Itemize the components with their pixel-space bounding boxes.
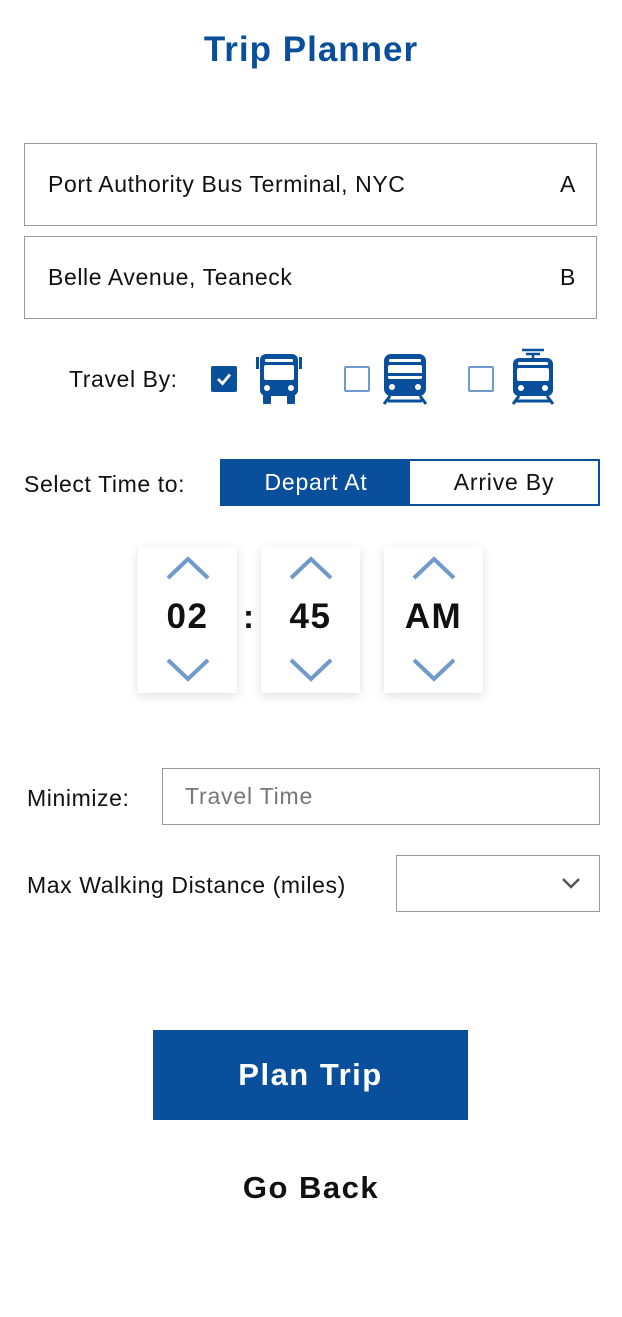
chevron-down-icon (562, 878, 580, 889)
hour-decrement-chevron-down-icon[interactable] (165, 657, 211, 683)
minimize-input[interactable] (162, 768, 600, 825)
hour-spinner: 02 (138, 547, 237, 693)
minute-decrement-chevron-down-icon[interactable] (288, 657, 334, 683)
depart-at-option[interactable]: Depart At (222, 461, 410, 504)
train-checkbox[interactable] (344, 366, 370, 392)
minute-spinner: 45 (261, 547, 360, 693)
period-increment-chevron-up-icon[interactable] (411, 555, 457, 581)
minimize-label: Minimize: (27, 785, 130, 811)
hour-value: 02 (166, 597, 209, 636)
destination-value: Belle Avenue, Teaneck (48, 264, 293, 290)
time-separator: : (243, 598, 254, 635)
minute-value: 45 (289, 597, 332, 636)
bus-checkbox[interactable] (211, 366, 237, 392)
origin-field[interactable]: Port Authority Bus Terminal, NYC A (24, 143, 597, 226)
walking-distance-label: Max Walking Distance (miles) (27, 872, 346, 898)
hour-increment-chevron-up-icon[interactable] (165, 555, 211, 581)
arrive-by-option[interactable]: Arrive By (410, 461, 598, 504)
period-spinner: AM (384, 547, 483, 693)
time-select-label: Select Time to: (24, 471, 186, 497)
period-value: AM (404, 597, 463, 636)
travel-by-label: Travel By: (69, 366, 178, 392)
minute-increment-chevron-up-icon[interactable] (288, 555, 334, 581)
time-mode-toggle: Depart At Arrive By (220, 459, 600, 506)
period-decrement-chevron-down-icon[interactable] (411, 657, 457, 683)
page-title: Trip Planner (203, 30, 419, 69)
origin-marker: A (560, 171, 576, 197)
destination-field[interactable]: Belle Avenue, Teaneck B (24, 236, 597, 319)
plan-trip-button[interactable]: Plan Trip (153, 1030, 468, 1120)
checkmark-icon (217, 373, 232, 386)
light-rail-icon (511, 348, 555, 405)
origin-value: Port Authority Bus Terminal, NYC (48, 171, 406, 197)
destination-marker: B (560, 264, 576, 290)
travel-by-row: Travel By: (0, 348, 622, 408)
bus-icon (256, 354, 302, 404)
go-back-button[interactable]: Go Back (0, 1170, 622, 1206)
light-rail-checkbox[interactable] (468, 366, 494, 392)
time-select-row: Select Time to: Depart At Arrive By (0, 459, 622, 507)
walking-distance-select[interactable] (396, 855, 600, 912)
train-icon (382, 354, 428, 405)
